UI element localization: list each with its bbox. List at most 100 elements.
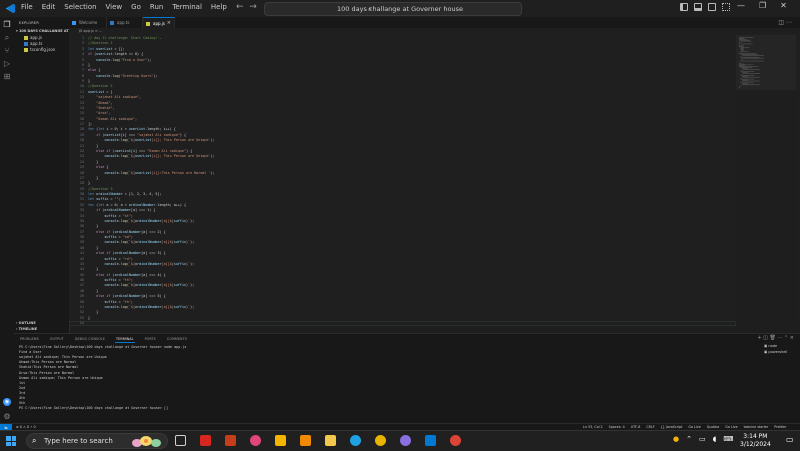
line-number: 5 (81, 57, 84, 62)
status-item[interactable]: CRLF (646, 425, 654, 429)
drive-icon[interactable] (275, 435, 286, 446)
app-icon[interactable] (400, 435, 411, 446)
tab-app-ts[interactable]: app.ts (107, 17, 143, 28)
minimap-line (742, 60, 764, 62)
minimap-line (740, 43, 753, 45)
source-control-icon[interactable]: ⑂ (3, 47, 11, 55)
acrobat-icon[interactable] (200, 435, 211, 446)
chrome-icon[interactable] (375, 435, 386, 446)
menu-item-go[interactable]: Go (131, 3, 141, 11)
status-item[interactable]: Quokka (707, 425, 719, 429)
code-line: } (88, 159, 99, 164)
status-item[interactable]: Go Live (688, 425, 700, 429)
close-icon[interactable]: ✕ (780, 1, 787, 10)
show-hidden-icons-icon[interactable]: ⌃ (686, 435, 692, 443)
panel-actions: + ◫ 🗑 ⋯ ⌃ × (757, 335, 794, 341)
back-arrow-icon[interactable]: ← (236, 2, 244, 12)
settings-gear-icon[interactable]: ⚙ (3, 413, 11, 421)
more-actions-icon[interactable]: ⋯ (777, 335, 782, 341)
status-item[interactable]: tabnine starter (744, 425, 769, 429)
breadcrumb[interactable]: JS app.js > ... (69, 28, 800, 35)
status-right-items: Ln 53, Col 2 Spaces: 4 UTF-8 CRLF {} JavaScr… (583, 425, 786, 429)
terminal-line: Arsa:This Person are Normal (19, 370, 75, 375)
code-line: if (userList[i] === "sajahat Ali sadique… (96, 132, 187, 137)
panel-tab-terminal[interactable]: TERMINAL (115, 336, 135, 343)
status-item[interactable]: Spaces: 4 (609, 425, 625, 429)
file-item-app-js[interactable]: app.js (24, 35, 42, 40)
customize-layout-icon[interactable] (722, 3, 730, 11)
outline-section[interactable]: › OUTLINE (16, 321, 36, 325)
minimize-icon[interactable]: — (737, 1, 745, 10)
notifications-icon[interactable]: ▭ (786, 435, 794, 444)
code-line: console.log(`${ordinalNumber[a]}${suffix… (104, 283, 195, 288)
menu-item-help[interactable]: Help (211, 3, 227, 11)
code-editor[interactable]: 1 2 3 4 5 6 7 8 9 10 11 12 13 14 15 16 17 18 19 20 21 22 23 24 2… (69, 35, 736, 326)
panel-tab-output[interactable]: OUTPUT (49, 336, 65, 343)
system-clock[interactable]: 3:14 PM 3/12/2024 (740, 433, 771, 449)
minimap-line (742, 73, 760, 74)
menu-item-file[interactable]: File (21, 3, 33, 11)
terminal-list-item-node[interactable]: ▣ node (764, 344, 798, 348)
edge-icon[interactable] (350, 435, 361, 446)
vscode-icon[interactable] (425, 435, 436, 446)
command-center[interactable]: ⌕ 100 days challange at Governer house (264, 2, 522, 16)
powerpoint-icon[interactable] (225, 435, 236, 446)
code-line: suffix = "th"; (104, 278, 133, 283)
status-item[interactable]: Prettier (774, 425, 786, 429)
camera-icon[interactable] (250, 435, 261, 446)
trash-icon[interactable]: 🗑 (769, 335, 775, 341)
terminal-list-item-powershell[interactable]: ▣ powershell (764, 350, 798, 354)
restore-icon[interactable]: ❐ (759, 1, 766, 10)
windows-taskbar: ⌕ Type here to search ● ⌃ ▭ ◖ ⌨ 3:14 PM … (0, 430, 800, 451)
network-icon[interactable]: ▭ (699, 435, 706, 443)
editor-scrollbar[interactable] (796, 35, 800, 325)
close-panel-icon[interactable]: × (790, 335, 794, 341)
file-item-tsconfig[interactable]: tsconfig.json (24, 47, 55, 52)
menu-item-selection[interactable]: Selection (64, 3, 96, 11)
menu-item-run[interactable]: Run (150, 3, 163, 11)
panel-tab-problems[interactable]: PROBLEMS (19, 336, 40, 343)
account-icon[interactable]: ◉ (3, 398, 11, 406)
status-item[interactable]: {} JavaScript (661, 425, 683, 429)
timeline-section[interactable]: › TIMELINE (16, 327, 37, 331)
taskbar-search-box[interactable]: ⌕ Type here to search (26, 433, 168, 449)
split-terminal-icon[interactable]: ◫ (763, 335, 768, 341)
panel-tab-comments[interactable]: COMMENTS (166, 336, 188, 343)
menu-item-edit[interactable]: Edit (42, 3, 56, 11)
split-editor-icon[interactable]: ◫ (778, 19, 784, 26)
forward-arrow-icon[interactable]: → (249, 2, 257, 12)
maximize-panel-icon[interactable]: ⌃ (784, 335, 788, 341)
line-number: 54 (79, 321, 84, 326)
run-debug-icon[interactable]: ▷ (3, 60, 11, 68)
terminal-output[interactable]: PS C:\Users\Fine Gallery\Desktop\100 day… (19, 345, 759, 423)
new-terminal-icon[interactable]: + (757, 335, 761, 341)
keyboard-icon[interactable]: ⌨ (723, 435, 733, 443)
menu-item-terminal[interactable]: Terminal (172, 3, 202, 11)
tab-app-js[interactable]: app.js × (143, 17, 175, 28)
minimap[interactable] (736, 35, 796, 90)
task-view-icon[interactable] (175, 435, 186, 446)
problems-status[interactable]: ⊗ 0 ⚠ 0 ⚡ 0 (16, 425, 36, 429)
file-explorer-icon[interactable] (325, 435, 336, 446)
weather-icon[interactable]: ● (673, 435, 679, 443)
menu-item-view[interactable]: View (106, 3, 123, 11)
status-item[interactable]: Go Live (725, 425, 737, 429)
chrome-icon[interactable] (450, 435, 461, 446)
panel-tab-debug-console[interactable]: DEBUG CONSOLE (74, 336, 106, 343)
volume-icon[interactable]: ◖ (713, 435, 717, 443)
status-item[interactable]: UTF-8 (631, 425, 641, 429)
more-actions-icon[interactable]: ⋯ (786, 19, 792, 26)
search-icon[interactable]: ⌕ (3, 34, 11, 42)
vlc-icon[interactable] (300, 435, 311, 446)
explorer-icon[interactable]: ❐ (3, 21, 11, 29)
toggle-panel-icon[interactable] (694, 3, 702, 11)
status-item[interactable]: Ln 53, Col 2 (583, 425, 603, 429)
file-item-app-ts[interactable]: app.ts (24, 41, 42, 46)
tab-welcome[interactable]: Welcome (69, 17, 107, 28)
toggle-secondary-sidebar-icon[interactable] (708, 3, 716, 11)
extensions-icon[interactable]: ⊞ (3, 73, 11, 81)
panel-tab-ports[interactable]: PORTS (144, 336, 157, 343)
toggle-primary-sidebar-icon[interactable] (680, 3, 688, 11)
windows-start-icon[interactable] (6, 436, 16, 446)
line-number: 14 (79, 105, 84, 110)
